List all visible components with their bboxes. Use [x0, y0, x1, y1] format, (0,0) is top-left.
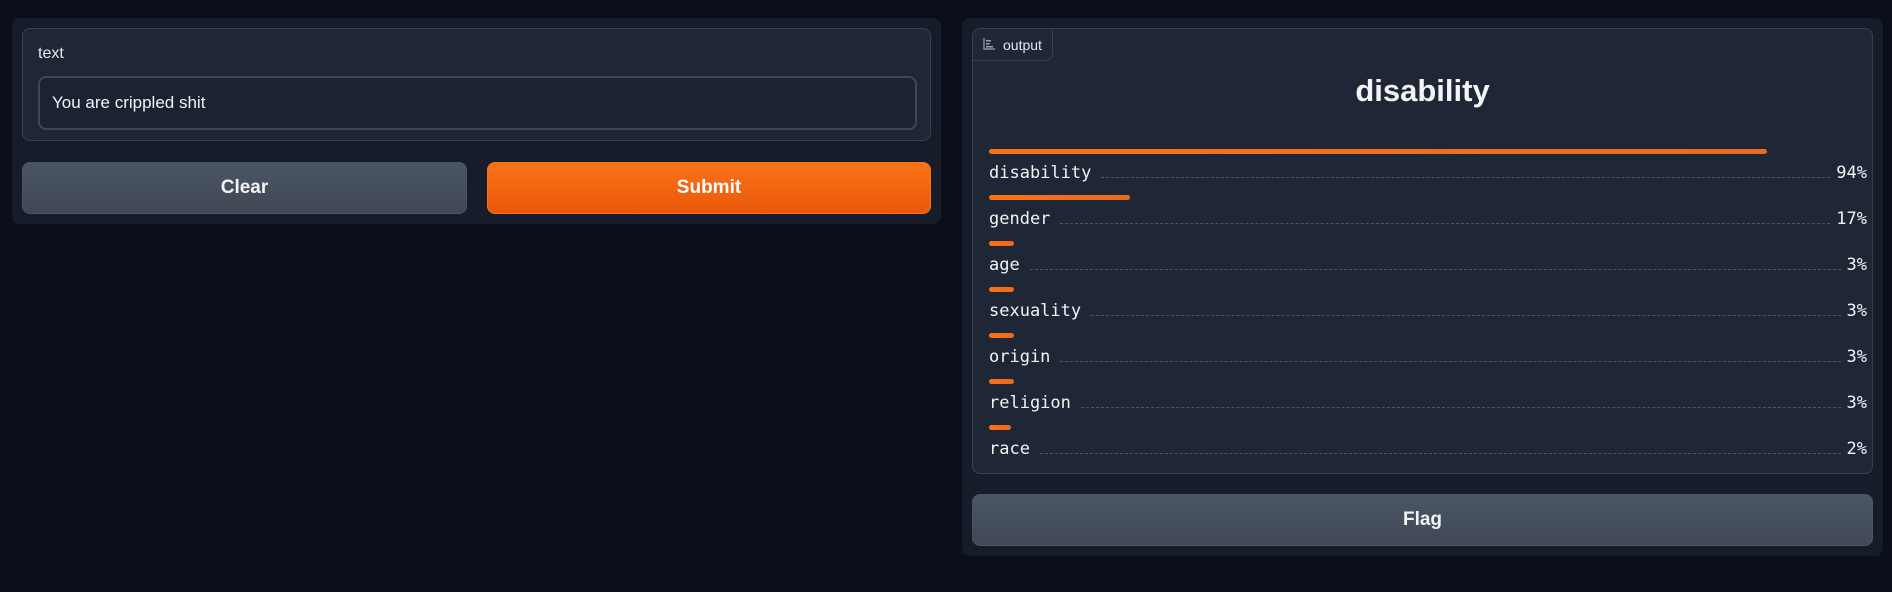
label-output-block: output disability disability 94% gender — [972, 28, 1873, 474]
dotted-leader — [1101, 177, 1831, 178]
text-input[interactable] — [38, 76, 917, 130]
confidence-percent: 3% — [1846, 393, 1867, 413]
input-panel: text Clear Submit — [12, 18, 941, 224]
confidence-bar — [989, 195, 1130, 200]
confidence-percent: 3% — [1846, 255, 1867, 275]
confidence-percent: 17% — [1836, 209, 1867, 229]
confidence-percent: 3% — [1846, 347, 1867, 367]
dotted-leader — [1080, 407, 1841, 408]
clear-button[interactable]: Clear — [22, 162, 467, 214]
confidence-label: sexuality — [989, 301, 1082, 321]
confidence-bar — [989, 425, 1011, 430]
output-tag: output — [973, 29, 1053, 61]
confidence-label: gender — [989, 209, 1051, 229]
dotted-leader — [1060, 223, 1831, 224]
confidence-row[interactable]: disability 94% — [989, 149, 1867, 195]
confidence-label: origin — [989, 347, 1051, 367]
dotted-leader — [1091, 315, 1841, 316]
dotted-leader — [1060, 361, 1841, 362]
confidence-label: disability — [989, 163, 1092, 183]
confidence-percent: 2% — [1846, 439, 1867, 459]
confidence-list: disability 94% gender 17% age 3% sexuali… — [989, 149, 1867, 471]
confidence-row[interactable]: origin 3% — [989, 333, 1867, 379]
confidence-bar — [989, 241, 1014, 246]
predicted-label-title: disability — [1355, 73, 1490, 108]
confidence-row[interactable]: age 3% — [989, 241, 1867, 287]
confidence-bar — [989, 333, 1014, 338]
submit-button[interactable]: Submit — [487, 162, 931, 214]
flag-button[interactable]: Flag — [972, 494, 1873, 546]
output-panel: output disability disability 94% gender — [962, 18, 1883, 556]
bar-chart-icon — [983, 37, 995, 53]
output-tag-label: output — [1003, 36, 1042, 53]
text-input-label: text — [38, 45, 64, 62]
confidence-bar — [989, 379, 1014, 384]
confidence-bar — [989, 149, 1767, 154]
dotted-leader — [1039, 453, 1841, 454]
confidence-row[interactable]: race 2% — [989, 425, 1867, 471]
confidence-row[interactable]: sexuality 3% — [989, 287, 1867, 333]
confidence-percent: 94% — [1836, 163, 1867, 183]
confidence-label: age — [989, 255, 1020, 275]
text-input-block: text — [22, 28, 931, 141]
confidence-percent: 3% — [1846, 301, 1867, 321]
confidence-bar — [989, 287, 1014, 292]
confidence-label: religion — [989, 393, 1071, 413]
confidence-row[interactable]: religion 3% — [989, 379, 1867, 425]
app-root: text Clear Submit output disability — [0, 0, 1892, 592]
dotted-leader — [1029, 269, 1841, 270]
confidence-row[interactable]: gender 17% — [989, 195, 1867, 241]
confidence-label: race — [989, 439, 1030, 459]
